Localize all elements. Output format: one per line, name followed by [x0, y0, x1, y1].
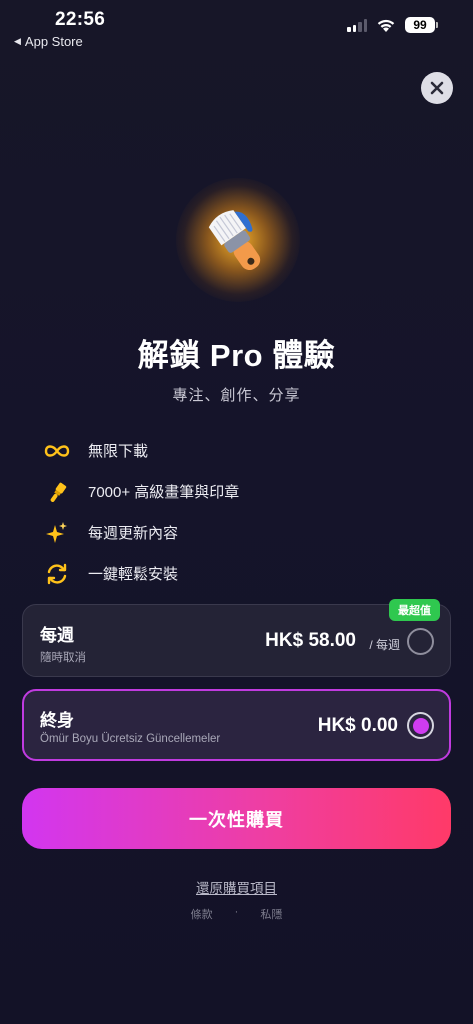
brush-icon: [42, 477, 72, 507]
plan-option-lifetime[interactable]: 終身 Ömür Boyu Ücretsiz Güncellemeler HK$ …: [22, 689, 451, 761]
feature-item: 無限下載: [42, 430, 239, 471]
radio-button[interactable]: [407, 628, 434, 655]
back-arrow-icon: ◀: [14, 36, 21, 46]
feature-item: 一鍵輕鬆安裝: [42, 553, 239, 594]
back-app-label: App Store: [24, 34, 83, 49]
system-icons: 99: [347, 17, 438, 33]
cellular-signal-icon: [347, 18, 367, 32]
page-subtitle: 專注、創作、分享: [172, 387, 301, 404]
status-bar: 22:56 ◀ App Store 99: [0, 0, 473, 56]
sync-icon: [42, 559, 72, 589]
restore-purchases-link[interactable]: 還原購買項目: [196, 881, 277, 896]
infinity-icon: [42, 436, 72, 466]
radio-selected-dot: [412, 717, 429, 734]
plan-subtitle: Ömür Boyu Ücretsiz Güncellemeler: [40, 733, 221, 745]
page-title: 解鎖 Pro 體驗: [137, 338, 336, 373]
plan-name: 終身: [40, 711, 74, 730]
terms-link[interactable]: 條款: [191, 906, 213, 922]
feature-label: 7000+ 高級畫筆與印章: [88, 484, 240, 501]
purchase-button[interactable]: 一次性購買: [22, 788, 451, 849]
close-button[interactable]: [421, 72, 453, 104]
feature-item: 7000+ 高級畫筆與印章: [42, 471, 239, 512]
plan-option-weekly[interactable]: 最超值 每週 隨時取消 HK$ 58.00 / 每週: [22, 599, 451, 677]
plan-price: HK$ 58.00: [265, 630, 356, 651]
legal-separator: ·: [234, 906, 239, 918]
feature-list: 無限下載 7000+ 高級畫筆與印章 每週更新內容 一鍵輕鬆安裝: [42, 430, 239, 594]
radio-button-selected[interactable]: [407, 712, 434, 739]
restore-purchases-row: 還原購買項目: [0, 877, 473, 897]
paintbrush-icon: [208, 210, 261, 271]
plan-period: / 每週: [369, 638, 400, 652]
plan-price: HK$ 0.00: [317, 715, 398, 736]
status-time: 22:56: [55, 9, 106, 30]
close-icon: [430, 81, 444, 95]
best-value-badge: 最超值: [389, 599, 440, 621]
feature-label: 一鍵輕鬆安裝: [88, 566, 179, 583]
legal-links: 條款 · 私隱: [0, 906, 473, 922]
feature-item: 每週更新內容: [42, 512, 239, 553]
privacy-link[interactable]: 私隱: [260, 906, 282, 922]
plan-name: 每週: [40, 626, 74, 645]
feature-label: 無限下載: [88, 443, 149, 460]
sparkles-icon: [42, 518, 72, 548]
feature-label: 每週更新內容: [88, 525, 179, 542]
battery-icon: 99: [405, 17, 438, 33]
back-to-app-store-link[interactable]: ◀ App Store: [14, 34, 83, 49]
plan-subtitle: 隨時取消: [40, 652, 86, 664]
wifi-icon: [377, 19, 395, 32]
